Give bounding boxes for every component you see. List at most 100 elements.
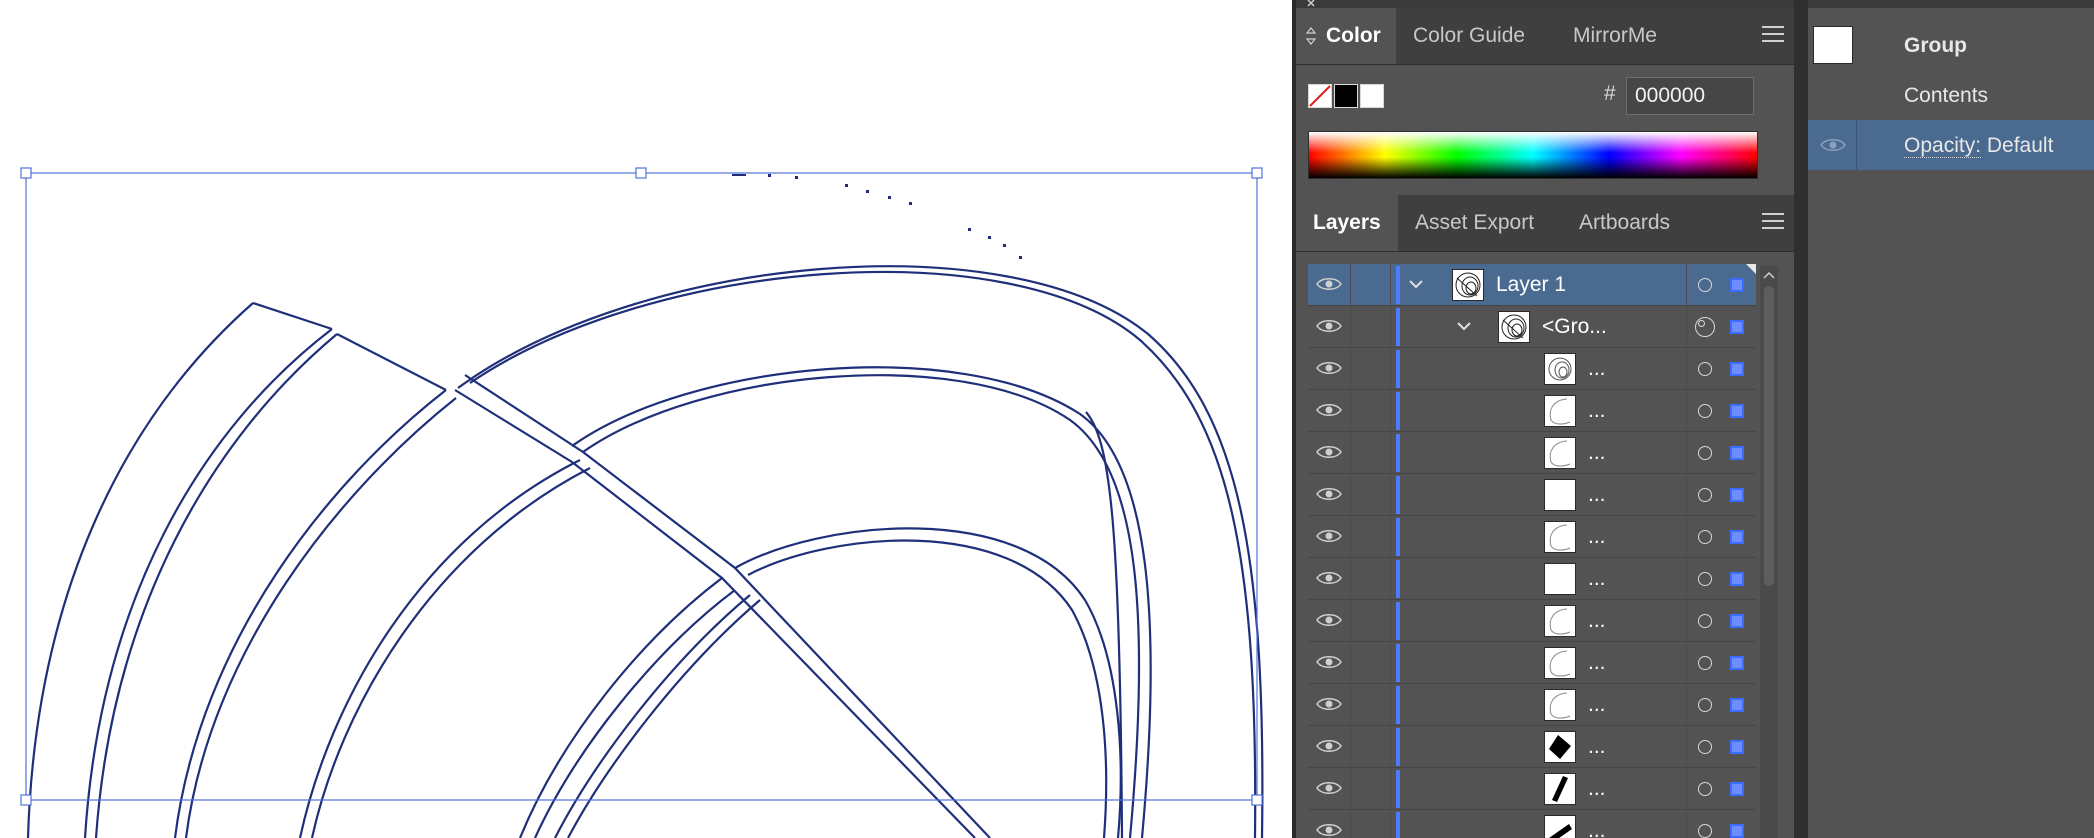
layers-list[interactable]: Layer 1 <Gro.............................… [1308,264,1756,838]
target-circle-icon[interactable] [1698,656,1712,670]
target-circle-icon[interactable] [1698,488,1712,502]
visibility-eye-icon[interactable] [1316,696,1342,712]
target-circle-icon[interactable] [1698,446,1712,460]
sublayer-row[interactable]: ... [1308,726,1756,768]
visibility-eye-icon[interactable] [1316,612,1342,628]
sublayer-row[interactable]: ... [1308,558,1756,600]
selection-indicator[interactable] [1730,614,1744,628]
layer-name[interactable]: ... [1588,357,1606,381]
color-panel-menu-icon[interactable] [1762,26,1784,46]
selection-indicator[interactable] [1730,320,1744,334]
selection-indicator[interactable] [1730,278,1744,292]
opacity-text[interactable]: Opacity: Default [1904,134,2053,158]
sublayer-row[interactable]: ... [1308,516,1756,558]
layer-name[interactable]: ... [1588,483,1606,507]
opacity-label[interactable]: Opacity: [1904,134,1982,158]
collapse-toggle-icon[interactable] [1305,27,1317,45]
selection-indicator[interactable] [1730,698,1744,712]
selection-indicator[interactable] [1730,824,1744,838]
scroll-up-icon[interactable] [1763,270,1775,280]
visibility-eye-icon[interactable] [1316,738,1342,754]
target-circle-icon[interactable] [1698,698,1712,712]
tab-mirrorme[interactable]: MirrorMe [1556,8,1686,64]
layer-name[interactable]: ... [1588,735,1606,759]
sublayer-row[interactable]: ... [1308,810,1756,838]
layers-panel-menu-icon[interactable] [1762,213,1784,233]
sublayer-row[interactable]: ... [1308,474,1756,516]
selection-indicator[interactable] [1730,782,1744,796]
visibility-eye-icon[interactable] [1820,137,1846,153]
visibility-eye-icon[interactable] [1316,402,1342,418]
visibility-eye-icon[interactable] [1316,486,1342,502]
tab-asset-export[interactable]: Asset Export [1398,195,1562,251]
target-circle-icon[interactable] [1698,824,1712,838]
layer-name[interactable]: ... [1588,441,1606,465]
target-circle-icon[interactable] [1698,614,1712,628]
sublayer-row[interactable]: ... [1308,684,1756,726]
chevron-down-icon[interactable] [1456,318,1472,334]
target-circle-icon[interactable] [1698,740,1712,754]
layer-name[interactable]: ... [1588,777,1606,801]
visibility-eye-icon[interactable] [1316,276,1342,292]
layer-name[interactable]: ... [1588,819,1606,838]
target-circle-icon[interactable] [1695,317,1715,337]
layers-scrollbar[interactable] [1760,266,1778,838]
sublayer-row[interactable]: ... [1308,642,1756,684]
tab-artboards[interactable]: Artboards [1562,195,1690,251]
visibility-eye-icon[interactable] [1316,444,1342,460]
layer-name[interactable]: Layer 1 [1496,273,1566,297]
visibility-eye-icon[interactable] [1316,822,1342,838]
visibility-eye-icon[interactable] [1316,360,1342,376]
layer-name[interactable]: ... [1588,651,1606,675]
layer-name[interactable]: ... [1588,693,1606,717]
group-row[interactable]: <Gro... [1308,306,1756,348]
sublayer-row[interactable]: ... [1308,600,1756,642]
chevron-down-icon[interactable] [1408,276,1424,292]
sublayer-row[interactable]: ... [1308,432,1756,474]
selection-indicator[interactable] [1730,362,1744,376]
artboard-canvas[interactable] [0,0,1292,838]
selection-indicator[interactable] [1730,530,1744,544]
layer-name[interactable]: ... [1588,399,1606,423]
tab-color[interactable]: Color [1296,8,1396,64]
close-icon[interactable] [1306,0,1320,8]
none-swatch[interactable] [1308,84,1332,108]
selection-indicator[interactable] [1730,446,1744,460]
layer-row[interactable]: Layer 1 [1308,264,1756,306]
layer-name[interactable]: ... [1588,567,1606,591]
target-circle-icon[interactable] [1698,362,1712,376]
contents-label[interactable]: Contents [1904,84,1988,108]
sublayer-row[interactable]: ... [1308,348,1756,390]
hex-input[interactable] [1626,77,1754,115]
target-circle-icon[interactable] [1698,404,1712,418]
scrollbar-thumb[interactable] [1764,286,1774,586]
layer-color-bar [1396,266,1400,304]
black-swatch[interactable] [1334,84,1358,108]
visibility-eye-icon[interactable] [1316,318,1342,334]
selection-indicator[interactable] [1730,656,1744,670]
artwork[interactable] [0,0,1292,838]
selection-indicator[interactable] [1730,740,1744,754]
lock-column-divider [1390,306,1391,348]
target-circle-icon[interactable] [1698,782,1712,796]
target-circle-icon[interactable] [1698,278,1712,292]
tab-color-guide[interactable]: Color Guide [1396,8,1556,64]
tab-asset-export-label: Asset Export [1415,211,1535,234]
white-swatch[interactable] [1360,84,1384,108]
sublayer-row[interactable]: ... [1308,768,1756,810]
layer-name[interactable]: ... [1588,525,1606,549]
color-spectrum[interactable] [1308,131,1758,179]
selection-indicator[interactable] [1730,488,1744,502]
selection-indicator[interactable] [1730,572,1744,586]
visibility-eye-icon[interactable] [1316,528,1342,544]
tab-layers[interactable]: Layers [1296,195,1398,251]
visibility-eye-icon[interactable] [1316,570,1342,586]
layer-name[interactable]: <Gro... [1542,315,1607,339]
layer-name[interactable]: ... [1588,609,1606,633]
sublayer-row[interactable]: ... [1308,390,1756,432]
visibility-eye-icon[interactable] [1316,780,1342,796]
selection-indicator[interactable] [1730,404,1744,418]
visibility-eye-icon[interactable] [1316,654,1342,670]
target-circle-icon[interactable] [1698,572,1712,586]
target-circle-icon[interactable] [1698,530,1712,544]
